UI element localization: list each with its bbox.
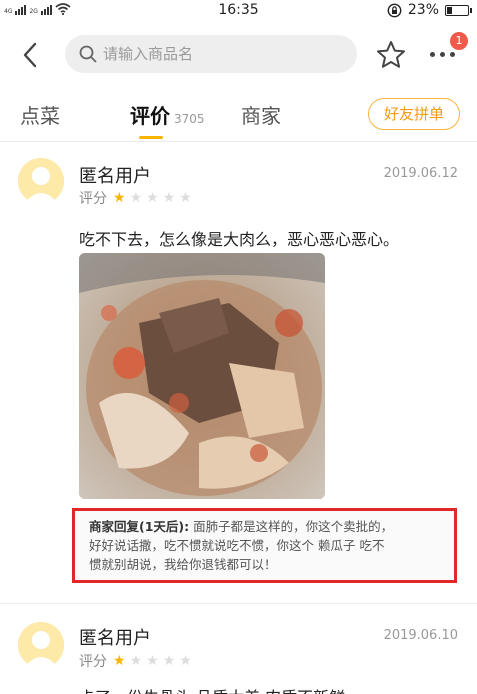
- tab-reviews-count: 3705: [174, 112, 205, 126]
- tab-bar: 点菜 评价 3705 商家 好友拼单: [0, 90, 477, 142]
- active-tab-indicator: [139, 136, 163, 139]
- search-icon: [79, 45, 97, 63]
- star-filled-icon: ★: [113, 653, 126, 669]
- star-filled-icon: ★: [113, 190, 126, 206]
- review-username: 匿名用户: [79, 166, 151, 187]
- tab-reviews[interactable]: 评价 3705: [130, 100, 205, 129]
- reply-line-1: 商家回复(1天后): 面肺子都是这样的，你这个卖批的，: [89, 517, 440, 536]
- review-date: 2019.06.10: [383, 628, 458, 643]
- reply-text-3: 惯就别胡说，我给你退钱都可以！: [89, 557, 277, 572]
- review-date: 2019.06.12: [383, 166, 458, 181]
- tab-merchant[interactable]: 商家: [241, 100, 281, 129]
- status-right: 23%: [387, 2, 472, 18]
- star-empty-icon: ★: [129, 190, 143, 206]
- star-rating: ★ ★ ★ ★ ★: [113, 191, 192, 205]
- friend-order-button[interactable]: 好友拼单: [368, 98, 460, 130]
- review-username: 匿名用户: [79, 628, 151, 649]
- star-empty-icon: ★: [179, 653, 192, 669]
- star-outline-icon: [377, 41, 405, 68]
- battery-percent: 23%: [407, 2, 439, 18]
- chevron-left-icon: [23, 42, 37, 68]
- search-bar[interactable]: [65, 35, 357, 73]
- tab-dishes[interactable]: 点菜: [20, 100, 60, 129]
- star-empty-icon: ★: [129, 653, 143, 669]
- star-empty-icon: ★: [146, 190, 159, 206]
- reply-text-1: 面肺子都是这样的，你这个卖批的，: [189, 519, 394, 534]
- merchant-reply: 商家回复(1天后): 面肺子都是这样的，你这个卖批的， 好好说话撒，吃不惯就说吃…: [72, 508, 457, 583]
- favorite-button[interactable]: [375, 39, 407, 71]
- star-empty-icon: ★: [162, 190, 176, 206]
- review-photo[interactable]: [79, 253, 325, 499]
- rating-label: 评分: [79, 191, 107, 207]
- nav-bar: [0, 28, 477, 82]
- battery-icon: [445, 4, 472, 16]
- food-photo-image: [79, 253, 325, 499]
- star-empty-icon: ★: [146, 653, 159, 669]
- more-dots-icon: [430, 52, 455, 57]
- tab-reviews-label: 评价: [130, 104, 170, 128]
- review-rating: 评分 ★ ★ ★ ★ ★: [79, 651, 192, 671]
- default-avatar-icon: [18, 158, 64, 204]
- reply-label: 商家回复(1天后):: [89, 519, 190, 534]
- review-item: 匿名用户 2019.06.12 评分 ★ ★ ★ ★ ★ 吃不下去，怎么像是大肉…: [0, 142, 477, 604]
- back-button[interactable]: [16, 40, 46, 70]
- avatar: [18, 622, 64, 668]
- rotation-lock-icon: [387, 3, 402, 17]
- search-input[interactable]: [103, 45, 343, 63]
- review-text: 卡了一份牛骨头 品质太差 肉质不新鲜: [79, 684, 345, 694]
- review-rating: 评分 ★ ★ ★ ★ ★: [79, 188, 192, 208]
- default-avatar-icon: [18, 622, 64, 668]
- star-empty-icon: ★: [179, 190, 192, 206]
- avatar: [18, 158, 64, 204]
- star-empty-icon: ★: [162, 653, 176, 669]
- review-text: 吃不下去，怎么像是大肉么，恶心恶心恶心。: [79, 230, 400, 249]
- status-bar: 4G 2G 16:35 23%: [0, 0, 477, 22]
- star-rating: ★ ★ ★ ★ ★: [113, 654, 192, 668]
- review-item: 匿名用户 2019.06.10 评分 ★ ★ ★ ★ ★ 卡了一份牛骨头 品质太…: [0, 604, 477, 694]
- rating-label: 评分: [79, 654, 107, 670]
- reply-text-2: 好好说话撒，吃不惯就说吃不惯，你这个 赖瓜子 吃不: [89, 538, 385, 553]
- notification-badge: 1: [450, 32, 468, 50]
